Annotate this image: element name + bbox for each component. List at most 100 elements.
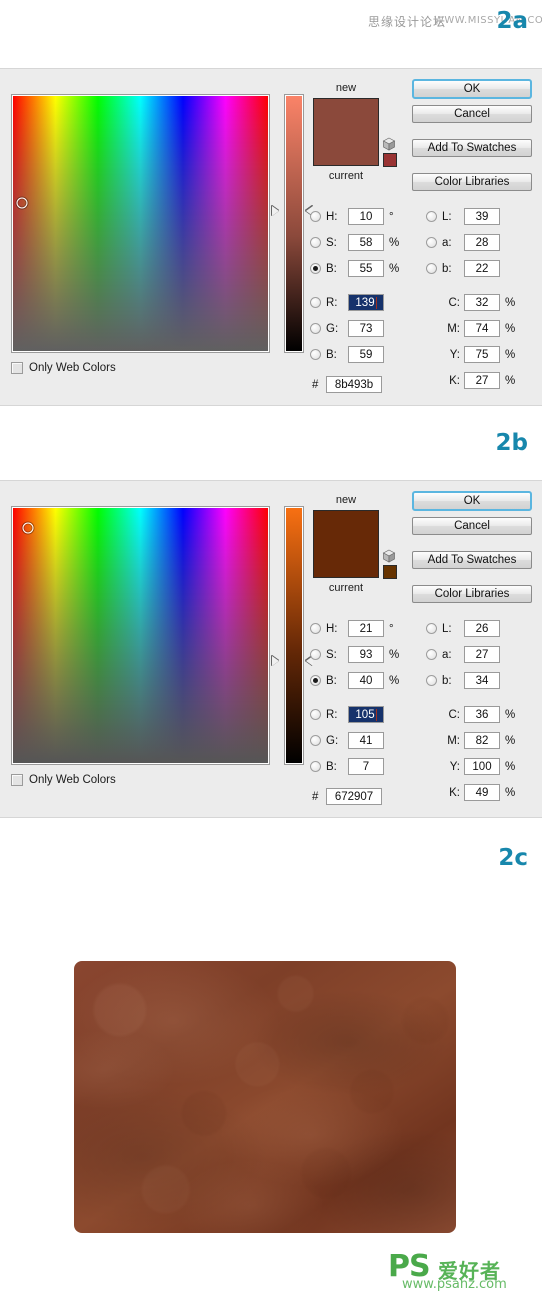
ok-button[interactable]: OK xyxy=(412,491,532,511)
only-web-colors-checkbox[interactable] xyxy=(11,362,23,374)
label-m: M: xyxy=(447,322,460,335)
radio-b[interactable] xyxy=(426,675,437,686)
input-s[interactable]: 58 xyxy=(348,234,384,251)
unit-m: % xyxy=(505,322,516,335)
color-field[interactable] xyxy=(11,506,270,765)
input-b[interactable]: 55 xyxy=(348,260,384,277)
input-a[interactable]: 27 xyxy=(464,646,500,663)
radio-b[interactable] xyxy=(426,263,437,274)
input-y[interactable]: 75 xyxy=(464,346,500,363)
slider-arrow-left-icon[interactable] xyxy=(272,205,279,216)
brightness-slider-bar xyxy=(286,508,302,763)
input-c[interactable]: 36 xyxy=(464,706,500,723)
input-c[interactable]: 32 xyxy=(464,294,500,311)
radio-g[interactable] xyxy=(310,323,321,334)
ok-button[interactable]: OK xyxy=(412,79,532,99)
input-k[interactable]: 27 xyxy=(464,372,500,389)
radio-r[interactable] xyxy=(310,709,321,720)
label-c: C: xyxy=(448,708,461,721)
radio-a[interactable] xyxy=(426,649,437,660)
input-b2[interactable]: 7 xyxy=(348,758,384,775)
cancel-button[interactable]: Cancel xyxy=(412,105,532,123)
label-b: b: xyxy=(442,262,452,275)
hex-input[interactable]: 8b493b xyxy=(326,376,382,393)
top-watermark-bar: 思缘设计论坛 WWW.MISSYUAN.COM xyxy=(0,0,542,45)
input-b[interactable]: 34 xyxy=(464,672,500,689)
field-row-k: K: 49% xyxy=(426,783,515,802)
input-g[interactable]: 41 xyxy=(348,732,384,749)
input-m[interactable]: 82 xyxy=(464,732,500,749)
color-preview-swatch[interactable] xyxy=(313,510,379,578)
radio-s[interactable] xyxy=(310,237,321,248)
brightness-slider[interactable] xyxy=(284,94,304,353)
only-web-colors-checkbox[interactable] xyxy=(11,774,23,786)
radio-b[interactable] xyxy=(310,263,321,274)
unit-k: % xyxy=(505,374,516,387)
label-c: C: xyxy=(448,296,461,309)
unit-y: % xyxy=(505,348,516,361)
radio-b[interactable] xyxy=(310,675,321,686)
input-k[interactable]: 49 xyxy=(464,784,500,801)
label-b2: B: xyxy=(326,348,337,361)
input-b2[interactable]: 59 xyxy=(348,346,384,363)
input-l[interactable]: 26 xyxy=(464,620,500,637)
color-libraries-button[interactable]: Color Libraries xyxy=(412,585,532,603)
radio-l[interactable] xyxy=(426,623,437,634)
color-field-marker[interactable] xyxy=(16,197,28,209)
color-libraries-button[interactable]: Color Libraries xyxy=(412,173,532,191)
radio-r[interactable] xyxy=(310,297,321,308)
input-h[interactable]: 10 xyxy=(348,208,384,225)
hex-hash-symbol: # xyxy=(312,378,319,391)
label-h: H: xyxy=(326,210,338,223)
label-l: L: xyxy=(442,210,452,223)
websafe-color-swatch[interactable] xyxy=(383,565,397,579)
hex-field-row: #672907 xyxy=(310,787,382,806)
radio-b2[interactable] xyxy=(310,349,321,360)
brightness-slider[interactable] xyxy=(284,506,304,765)
field-row-s: S: 58% xyxy=(310,233,399,252)
input-b[interactable]: 40 xyxy=(348,672,384,689)
color-picker-dialog-a: Only Web Colors new current OK Cancel Add To … xyxy=(0,68,542,406)
label-s: S: xyxy=(326,648,337,661)
radio-s[interactable] xyxy=(310,649,321,660)
label-b: B: xyxy=(326,674,337,687)
label-g: G: xyxy=(326,734,339,747)
add-to-swatches-button[interactable]: Add To Swatches xyxy=(412,139,532,157)
input-m[interactable]: 74 xyxy=(464,320,500,337)
input-y[interactable]: 100 xyxy=(464,758,500,775)
color-field[interactable] xyxy=(11,94,270,353)
input-s[interactable]: 93 xyxy=(348,646,384,663)
radio-b2[interactable] xyxy=(310,761,321,772)
label-b: b: xyxy=(442,674,452,687)
cancel-button[interactable]: Cancel xyxy=(412,517,532,535)
field-row-y: Y: 75% xyxy=(426,345,515,364)
color-preview-swatch[interactable] xyxy=(313,98,379,166)
input-b[interactable]: 22 xyxy=(464,260,500,277)
radio-a[interactable] xyxy=(426,237,437,248)
only-web-colors-checkbox-row[interactable]: Only Web Colors xyxy=(11,362,116,374)
input-r[interactable]: 105 xyxy=(348,706,384,723)
slider-arrow-left-icon[interactable] xyxy=(272,656,279,667)
input-l[interactable]: 39 xyxy=(464,208,500,225)
radio-l[interactable] xyxy=(426,211,437,222)
radio-g[interactable] xyxy=(310,735,321,746)
unit-s: % xyxy=(389,648,400,661)
hex-input[interactable]: 672907 xyxy=(326,788,382,805)
unit-c: % xyxy=(505,296,516,309)
unit-s: % xyxy=(389,236,400,249)
only-web-colors-label: Only Web Colors xyxy=(29,774,116,786)
input-g[interactable]: 73 xyxy=(348,320,384,337)
websafe-color-swatch[interactable] xyxy=(383,153,397,167)
add-to-swatches-button[interactable]: Add To Swatches xyxy=(412,551,532,569)
only-web-colors-checkbox-row[interactable]: Only Web Colors xyxy=(11,774,116,786)
input-h[interactable]: 21 xyxy=(348,620,384,637)
label-h: H: xyxy=(326,622,338,635)
input-r[interactable]: 139 xyxy=(348,294,384,311)
radio-h[interactable] xyxy=(310,211,321,222)
field-row-b: B: 55% xyxy=(310,259,399,278)
input-a[interactable]: 28 xyxy=(464,234,500,251)
color-field-marker[interactable] xyxy=(22,522,34,534)
radio-h[interactable] xyxy=(310,623,321,634)
field-row-b2: B: 7 xyxy=(310,757,384,776)
hex-hash-symbol: # xyxy=(312,790,319,803)
